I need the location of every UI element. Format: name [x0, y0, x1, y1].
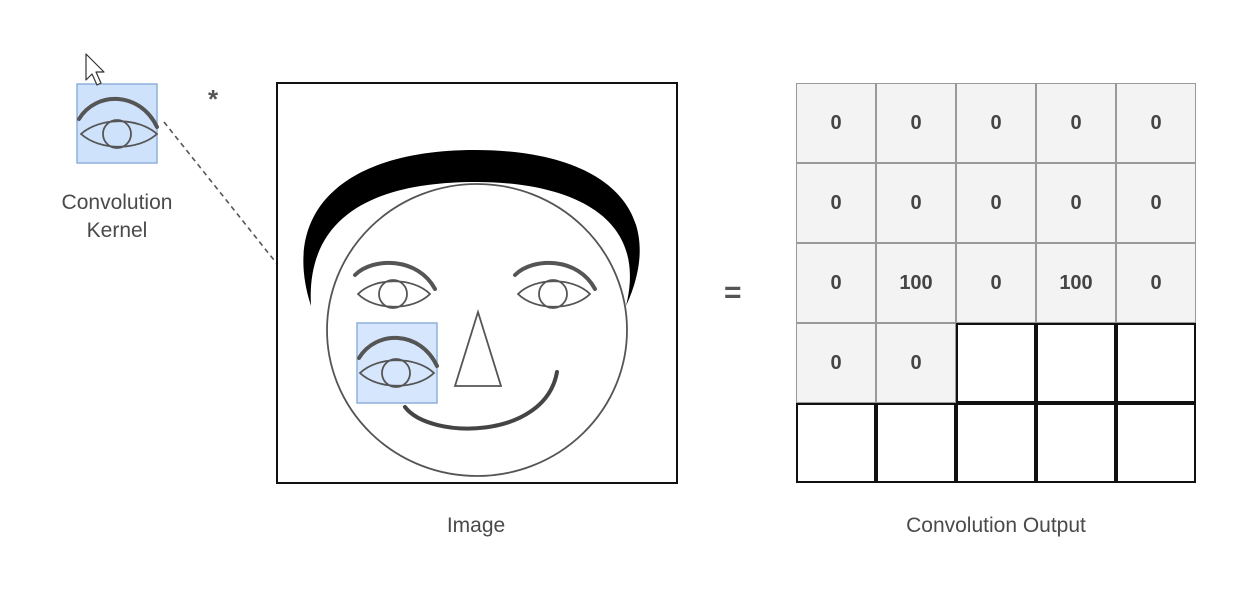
output-cell — [1036, 403, 1116, 483]
input-image — [276, 82, 678, 484]
output-cell: 0 — [876, 83, 956, 163]
output-cell: 0 — [1116, 243, 1196, 323]
output-cell — [1036, 323, 1116, 403]
output-cell: 0 — [956, 83, 1036, 163]
kernel-caption-line: Convolution — [61, 191, 173, 214]
convolution-kernel — [76, 83, 159, 164]
output-cell: 0 — [796, 83, 876, 163]
output-cell — [956, 323, 1036, 403]
output-cell: 0 — [956, 163, 1036, 243]
convolution-output-grid: 0 0 0 0 0 0 0 0 0 0 0 100 0 100 0 0 0 — [796, 83, 1196, 483]
output-cell: 0 — [796, 163, 876, 243]
output-cell: 0 — [876, 323, 956, 403]
output-cell: 0 — [796, 243, 876, 323]
output-caption: Convolution Output — [906, 514, 1086, 537]
kernel-caption: Convolution Kernel — [42, 189, 192, 245]
mouse-pointer-icon — [85, 53, 105, 86]
output-cell: 0 — [956, 243, 1036, 323]
output-cell — [1116, 403, 1196, 483]
output-cell — [956, 403, 1036, 483]
output-cell — [1116, 323, 1196, 403]
output-cell: 0 — [876, 163, 956, 243]
output-cell: 100 — [1036, 243, 1116, 323]
equals-operator: = — [724, 276, 742, 309]
output-cell: 100 — [876, 243, 956, 323]
kernel-highlight-on-image — [356, 322, 439, 404]
output-cell: 0 — [796, 323, 876, 403]
image-caption: Image — [446, 514, 506, 537]
output-cell: 0 — [1116, 163, 1196, 243]
output-cell: 0 — [1116, 83, 1196, 163]
output-cell: 0 — [1036, 163, 1116, 243]
output-cell — [796, 403, 876, 483]
convolve-operator: * — [208, 84, 219, 114]
kernel-caption-line: Kernel — [86, 219, 148, 242]
output-cell: 0 — [1036, 83, 1116, 163]
output-cell — [876, 403, 956, 483]
